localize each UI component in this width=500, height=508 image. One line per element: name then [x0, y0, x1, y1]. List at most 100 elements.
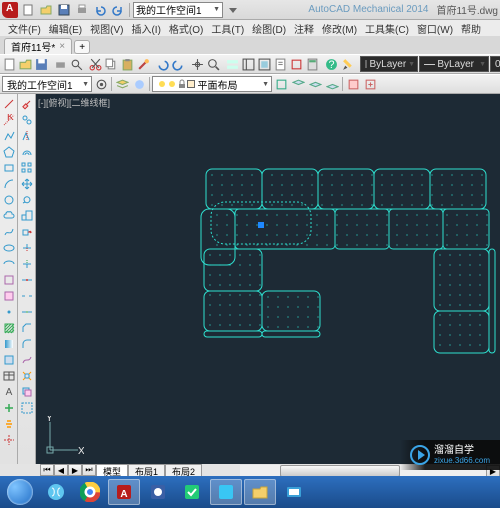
redo-icon[interactable]: [110, 2, 126, 18]
tp-icon[interactable]: [257, 56, 272, 72]
color-combo[interactable]: ByLayer: [360, 56, 418, 72]
selection-grip[interactable]: [258, 222, 264, 228]
stretch-icon[interactable]: [19, 224, 34, 239]
polygon-icon[interactable]: [1, 144, 16, 159]
qat-dropdown-icon[interactable]: [225, 2, 241, 18]
start-button[interactable]: [2, 478, 38, 506]
task-app6-icon[interactable]: [278, 479, 310, 505]
menu-annotate[interactable]: 注释: [290, 20, 318, 37]
layer-manager-icon[interactable]: [114, 76, 130, 92]
tab-last-icon[interactable]: ⏭: [82, 464, 96, 476]
rotate-icon[interactable]: [19, 192, 34, 207]
undo2-icon[interactable]: [155, 56, 170, 72]
save-file-icon[interactable]: [34, 56, 49, 72]
zoom-icon[interactable]: [206, 56, 221, 72]
menu-tools[interactable]: 工具(T): [207, 20, 248, 37]
menu-insert[interactable]: 插入(I): [127, 20, 164, 37]
centerline-icon[interactable]: [1, 432, 16, 447]
construction-line-icon[interactable]: K: [1, 112, 16, 127]
task-explorer-icon[interactable]: [244, 479, 276, 505]
close-icon[interactable]: ×: [59, 41, 65, 52]
new-tab-button[interactable]: +: [74, 40, 90, 54]
layer-freeze-icon[interactable]: [131, 76, 147, 92]
move-icon[interactable]: [19, 176, 34, 191]
taskbar[interactable]: A: [0, 476, 500, 508]
scale-icon[interactable]: [19, 208, 34, 223]
explode-icon[interactable]: [19, 368, 34, 383]
layer-match-icon[interactable]: [324, 76, 340, 92]
copy-icon[interactable]: [104, 56, 119, 72]
extend-icon[interactable]: [19, 256, 34, 271]
join-icon[interactable]: [19, 304, 34, 319]
open-icon[interactable]: [38, 2, 54, 18]
menu-draw[interactable]: 绘图(D): [248, 20, 290, 37]
menu-modify[interactable]: 修改(M): [318, 20, 361, 37]
draworder-icon[interactable]: [19, 384, 34, 399]
fillet-icon[interactable]: [19, 336, 34, 351]
task-app4-icon[interactable]: [176, 479, 208, 505]
revcloud-icon[interactable]: [1, 208, 16, 223]
arc-icon[interactable]: [1, 176, 16, 191]
selectall-icon[interactable]: [19, 400, 34, 415]
qcalc-icon[interactable]: [305, 56, 320, 72]
task-chrome-icon[interactable]: [74, 479, 106, 505]
break-pt-icon[interactable]: [19, 272, 34, 287]
task-autocad-icon[interactable]: A: [108, 479, 140, 505]
menu-help[interactable]: 帮助: [457, 20, 485, 37]
layer-iso-icon[interactable]: [290, 76, 306, 92]
offset-icon[interactable]: [19, 144, 34, 159]
array-icon[interactable]: [19, 160, 34, 175]
new-file-icon[interactable]: [2, 56, 17, 72]
trim-icon[interactable]: [19, 240, 34, 255]
circle-icon[interactable]: [1, 192, 16, 207]
blend-icon[interactable]: [19, 352, 34, 367]
mtext-icon[interactable]: A: [1, 384, 16, 399]
linetype-combo[interactable]: ByLayer: [419, 56, 489, 72]
task-app5-icon[interactable]: [210, 479, 242, 505]
menu-window[interactable]: 窗口(W): [413, 20, 457, 37]
print-icon[interactable]: [74, 2, 90, 18]
paste-icon[interactable]: [120, 56, 135, 72]
ellipse-icon[interactable]: [1, 240, 16, 255]
rectangle-icon[interactable]: [1, 160, 16, 175]
hatch-icon[interactable]: [1, 320, 16, 335]
bolt-icon[interactable]: [1, 416, 16, 431]
markup-icon[interactable]: [289, 56, 304, 72]
ellipse-arc-icon[interactable]: [1, 256, 16, 271]
redo2-icon[interactable]: [171, 56, 186, 72]
menu-view[interactable]: 视图(V): [86, 20, 127, 37]
line-icon[interactable]: [1, 96, 16, 111]
pan-icon[interactable]: [190, 56, 205, 72]
match-icon[interactable]: [136, 56, 151, 72]
point-icon[interactable]: [1, 304, 16, 319]
menu-format[interactable]: 格式(O): [165, 20, 207, 37]
props-icon[interactable]: [225, 56, 240, 72]
tab-next-icon[interactable]: ▶: [68, 464, 82, 476]
chamfer-icon[interactable]: [19, 320, 34, 335]
table-icon[interactable]: [1, 368, 16, 383]
tab-first-icon[interactable]: ⏮: [40, 464, 54, 476]
drawing-canvas[interactable]: [-][俯视][二维线框]: [36, 94, 500, 464]
dc-icon[interactable]: [241, 56, 256, 72]
task-app3-icon[interactable]: [142, 479, 174, 505]
app-logo-icon[interactable]: [2, 2, 18, 18]
polyline-icon[interactable]: [1, 128, 16, 143]
block-icon[interactable]: [345, 76, 361, 92]
cut-icon[interactable]: [88, 56, 103, 72]
mirror-icon[interactable]: [19, 128, 34, 143]
break-icon[interactable]: [19, 288, 34, 303]
make-block-icon[interactable]: [1, 288, 16, 303]
open-file-icon[interactable]: [18, 56, 33, 72]
insert-block-icon[interactable]: [1, 272, 16, 287]
layer-workspace-combo[interactable]: 我的工作空间1: [2, 76, 92, 92]
menu-toolset[interactable]: 工具集(C): [361, 20, 413, 37]
task-app1-icon[interactable]: [40, 479, 72, 505]
new-icon[interactable]: [20, 2, 36, 18]
layer-prev-icon[interactable]: [307, 76, 323, 92]
gradient-icon[interactable]: [1, 336, 16, 351]
lineweight-combo[interactable]: 0, 00 …: [490, 56, 500, 72]
layer-state-icon[interactable]: [273, 76, 289, 92]
addtool-icon[interactable]: [1, 400, 16, 415]
plot-icon[interactable]: [53, 56, 68, 72]
spline-icon[interactable]: [1, 224, 16, 239]
